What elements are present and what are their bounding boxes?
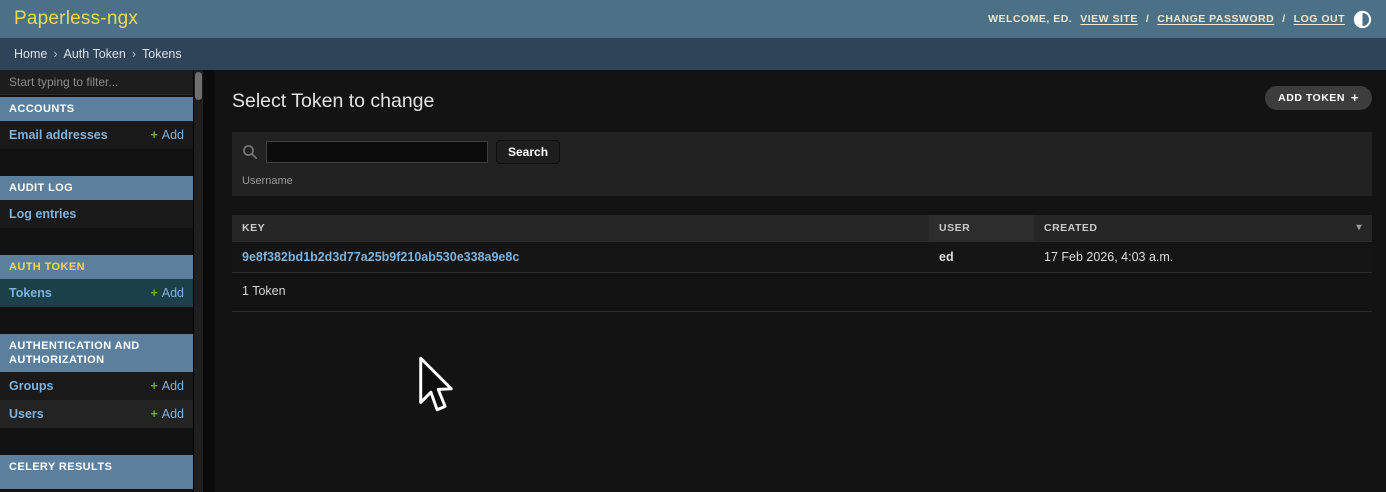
result-count: 1 Token: [232, 273, 1372, 312]
log-entries-link[interactable]: Log entries: [9, 207, 76, 221]
sidebar-scrollbar-thumb[interactable]: [195, 72, 202, 100]
add-token-button[interactable]: ADD TOKEN +: [1265, 86, 1372, 110]
tokens-link[interactable]: Tokens: [9, 286, 52, 300]
column-header-user[interactable]: USER: [929, 215, 1034, 242]
sidebar-section-auth-authorization: AUTHENTICATION AND AUTHORIZATION Groups …: [0, 334, 193, 428]
column-header-key[interactable]: KEY: [232, 215, 929, 242]
change-password-link[interactable]: CHANGE PASSWORD: [1157, 13, 1274, 25]
groups-link[interactable]: Groups: [9, 379, 53, 393]
token-key-cell: 9e8f382bd1b2d3d77a25b9f210ab530e338a9e8c: [232, 242, 929, 273]
add-group-link[interactable]: + Add: [150, 379, 184, 393]
search-panel: Search Username: [232, 132, 1372, 196]
section-title: AUTHENTICATION AND AUTHORIZATION: [0, 334, 193, 372]
sidebar-filter-input[interactable]: [0, 70, 193, 95]
sidebar-item-log-entries[interactable]: Log entries: [0, 200, 193, 228]
section-title: AUTH TOKEN: [0, 255, 193, 279]
token-created-cell: 17 Feb 2026, 4:03 a.m.: [1034, 242, 1372, 273]
add-token-link[interactable]: + Add: [150, 286, 184, 300]
search-field-caption: Username: [242, 175, 1362, 187]
plus-icon: +: [150, 407, 157, 421]
sort-descending-icon[interactable]: ▾: [1356, 222, 1362, 233]
sidebar-nav: ACCOUNTS Email addresses + Add AUDIT LOG…: [0, 70, 193, 492]
token-key-link[interactable]: 9e8f382bd1b2d3d77a25b9f210ab530e338a9e8c: [242, 250, 519, 264]
sidebar-item-users[interactable]: Users + Add: [0, 400, 193, 428]
link-separator: /: [1146, 13, 1149, 25]
add-user-link[interactable]: + Add: [150, 407, 184, 421]
plus-icon: +: [150, 128, 157, 142]
link-separator: /: [1282, 13, 1285, 25]
sidebar-section-celery-results: CELERY RESULTS: [0, 455, 193, 489]
column-header-created[interactable]: CREATED ▾: [1034, 215, 1372, 242]
page-title: Select Token to change: [232, 90, 434, 113]
email-addresses-link[interactable]: Email addresses: [9, 128, 108, 142]
theme-toggle-icon[interactable]: [1353, 10, 1372, 29]
main-content: Select Token to change ADD TOKEN + Sear: [215, 70, 1386, 492]
user-tools: WELCOME, ED. VIEW SITE / CHANGE PASSWORD…: [988, 10, 1372, 29]
breadcrumb-auth-token[interactable]: Auth Token: [64, 47, 126, 61]
sidebar-item-groups[interactable]: Groups + Add: [0, 372, 193, 400]
search-input[interactable]: [266, 141, 488, 163]
log-out-link[interactable]: LOG OUT: [1294, 13, 1345, 25]
add-email-address-link[interactable]: + Add: [150, 128, 184, 142]
tokens-table: KEY USER CREATED ▾ 9e8f382bd1b2d3d77a25b…: [232, 215, 1372, 273]
breadcrumb-home[interactable]: Home: [14, 47, 47, 61]
breadcrumb-separator: ›: [53, 47, 57, 61]
sidebar-section-accounts: ACCOUNTS Email addresses + Add: [0, 97, 193, 149]
section-title: ACCOUNTS: [0, 97, 193, 121]
section-title: CELERY RESULTS: [0, 455, 193, 489]
search-button[interactable]: Search: [496, 140, 560, 164]
sidebar-item-email-addresses[interactable]: Email addresses + Add: [0, 121, 193, 149]
section-title: AUDIT LOG: [0, 176, 193, 200]
view-site-link[interactable]: VIEW SITE: [1080, 13, 1138, 25]
breadcrumb-separator: ›: [132, 47, 136, 61]
paperless-admin-window: Paperless-ngx WELCOME, ED. VIEW SITE / C…: [0, 0, 1386, 492]
token-user-cell: ed: [929, 242, 1034, 273]
search-icon: [242, 144, 258, 160]
brand-title: Paperless-ngx: [14, 8, 138, 30]
plus-icon: +: [150, 286, 157, 300]
welcome-text: WELCOME, ED.: [988, 13, 1072, 25]
sidebar-scrollbar[interactable]: [193, 70, 203, 492]
table-header-row: KEY USER CREATED ▾: [232, 215, 1372, 242]
sidebar-section-auth-token: AUTH TOKEN Tokens + Add: [0, 255, 193, 307]
users-link[interactable]: Users: [9, 407, 44, 421]
plus-icon: +: [1351, 93, 1359, 103]
table-row: 9e8f382bd1b2d3d77a25b9f210ab530e338a9e8c…: [232, 242, 1372, 273]
breadcrumb-current: Tokens: [142, 47, 182, 61]
sidebar-section-audit-log: AUDIT LOG Log entries: [0, 176, 193, 228]
plus-icon: +: [150, 379, 157, 393]
sidebar-item-tokens[interactable]: Tokens + Add: [0, 279, 193, 307]
app-header: Paperless-ngx WELCOME, ED. VIEW SITE / C…: [0, 0, 1386, 38]
breadcrumb: Home › Auth Token › Tokens: [0, 38, 1386, 70]
sidebar-main-divider: [203, 70, 215, 492]
